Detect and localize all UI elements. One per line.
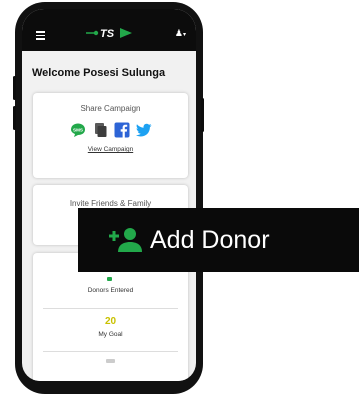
donors-entered-count-partial [107, 277, 112, 281]
partial-icon [106, 359, 115, 363]
sms-icon[interactable]: SMS [70, 122, 86, 138]
phone-side-button [13, 106, 16, 130]
logo-text: TS [100, 28, 115, 40]
view-campaign-link[interactable]: View Campaign [33, 146, 188, 153]
user-icon: ♟ [174, 28, 183, 38]
goal-label: My Goal [98, 331, 123, 338]
invite-title: Invite Friends & Family [69, 199, 152, 208]
goal-value: 20 [104, 316, 117, 327]
add-donor-label: Add Donor [150, 225, 270, 254]
app-logo: TS [86, 28, 132, 40]
phone-screen: TS ♟▾ Welcome Posesi Sulunga Share Campa… [22, 9, 196, 381]
phone-side-button [201, 98, 204, 132]
user-menu[interactable]: ♟▾ [175, 28, 186, 39]
stats-divider [43, 308, 178, 309]
copy-icon[interactable] [92, 122, 108, 138]
share-campaign-title: Share Campaign [80, 104, 141, 113]
phone-side-button [13, 76, 16, 100]
welcome-heading: Welcome Posesi Sulunga [32, 67, 166, 79]
add-person-icon [109, 228, 142, 252]
app-header: TS ♟▾ [22, 9, 196, 51]
menu-icon[interactable] [36, 31, 45, 42]
share-campaign-card: Share Campaign SMS View Campaign [33, 93, 188, 178]
facebook-icon[interactable] [114, 122, 130, 138]
twitter-icon[interactable] [135, 122, 152, 138]
add-donor-button[interactable]: Add Donor [78, 208, 359, 272]
donors-entered-label: Donors Entered [87, 287, 134, 294]
chevron-down-icon: ▾ [182, 32, 186, 38]
stats-card: Donors Entered 20 My Goal [33, 253, 188, 381]
stats-divider [43, 351, 178, 352]
sms-icon-label: SMS [73, 128, 83, 133]
